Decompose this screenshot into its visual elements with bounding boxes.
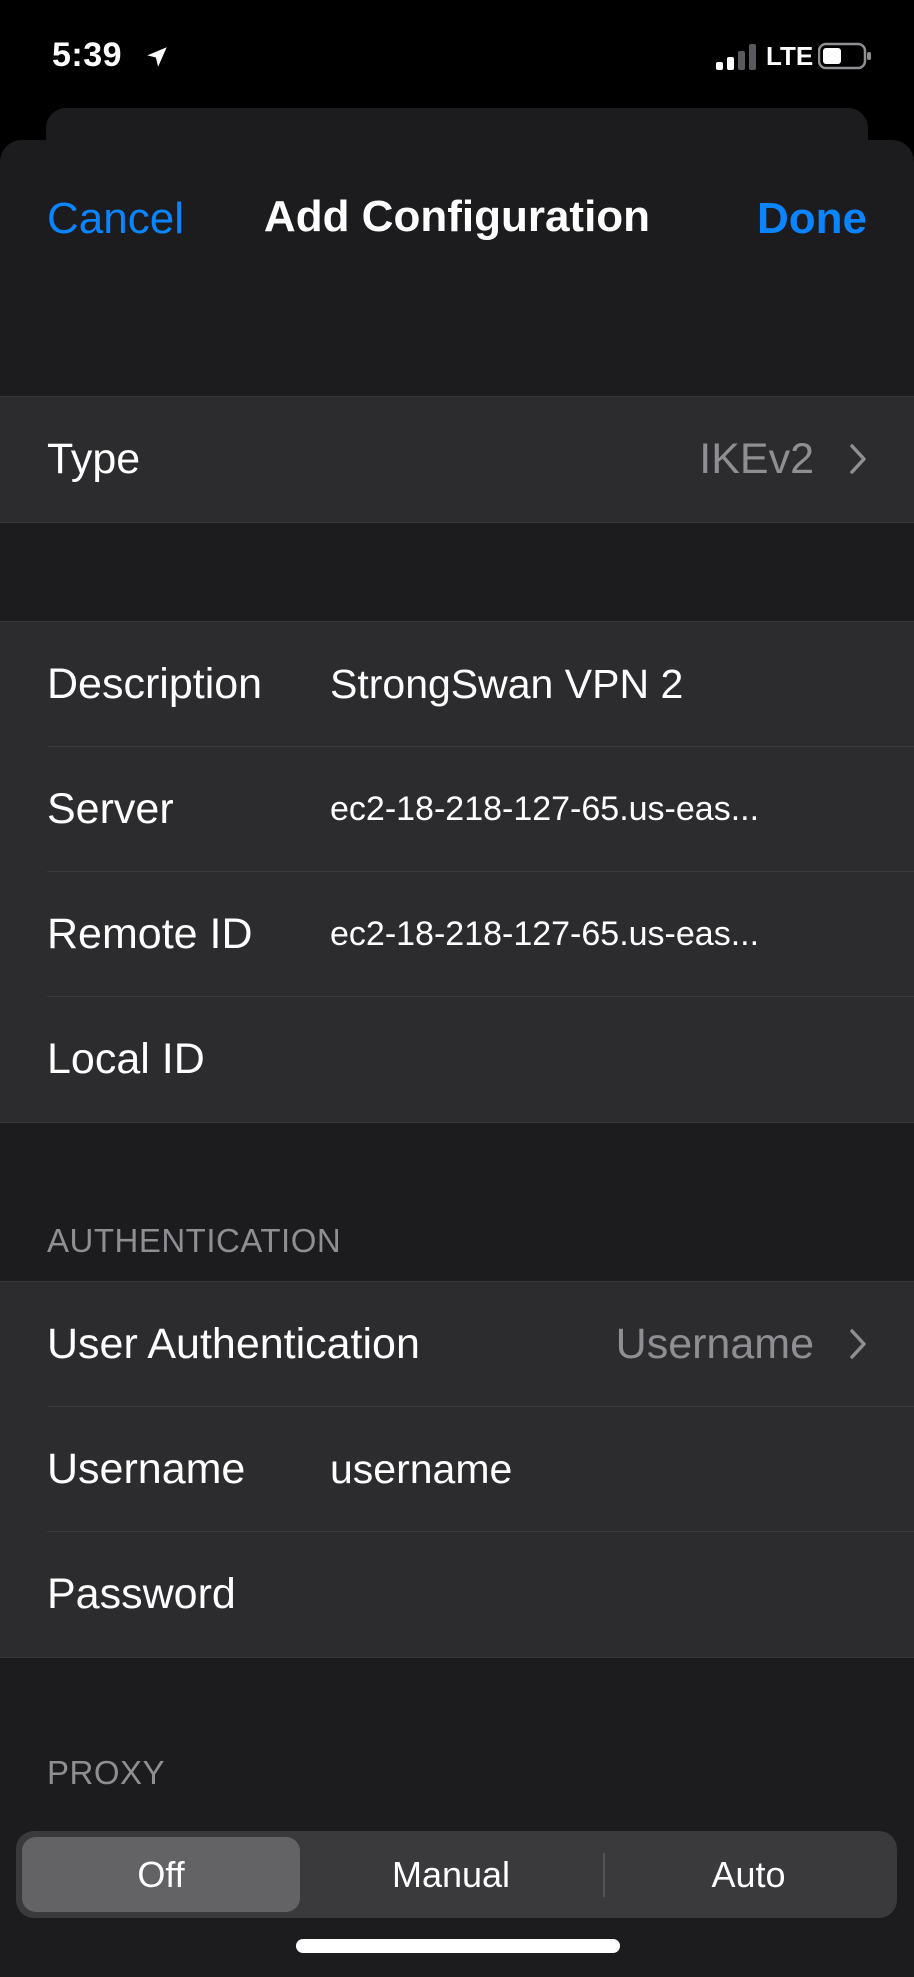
configuration-group: Description StrongSwan VPN 2 Server ec2-… — [0, 621, 914, 1123]
proxy-option-manual[interactable]: Manual — [306, 1831, 596, 1918]
user-authentication-row[interactable]: User Authentication Username — [0, 1282, 914, 1407]
local-id-row: Local ID — [0, 997, 914, 1122]
proxy-option-auto[interactable]: Auto — [606, 1831, 891, 1918]
home-indicator[interactable] — [296, 1939, 620, 1953]
password-label: Password — [47, 1570, 236, 1618]
remote-id-label: Remote ID — [47, 910, 253, 958]
authentication-group: User Authentication Username Username us… — [0, 1281, 914, 1658]
user-authentication-label: User Authentication — [47, 1320, 420, 1368]
username-field[interactable]: username — [330, 1407, 867, 1532]
description-field[interactable]: StrongSwan VPN 2 — [330, 622, 867, 747]
cellular-signal-icon — [716, 44, 758, 70]
done-button[interactable]: Done — [757, 194, 867, 244]
local-id-label: Local ID — [47, 1035, 205, 1083]
segment-divider — [603, 1853, 605, 1897]
server-row: Server ec2-18-218-127-65.us-eas... — [0, 747, 914, 872]
chevron-right-icon — [850, 444, 866, 474]
location-arrow-icon — [147, 47, 167, 67]
status-time: 5:39 — [52, 36, 123, 74]
type-row[interactable]: Type IKEv2 — [0, 397, 914, 522]
proxy-segmented-control: Off Manual Auto — [16, 1831, 897, 1918]
proxy-option-off[interactable]: Off — [22, 1837, 300, 1912]
server-field[interactable]: ec2-18-218-127-65.us-eas... — [330, 747, 867, 872]
network-type-label: LTE — [766, 41, 814, 71]
type-value: IKEv2 — [699, 435, 814, 483]
type-group: Type IKEv2 — [0, 396, 914, 523]
username-label: Username — [47, 1445, 246, 1493]
authentication-section-header: AUTHENTICATION — [47, 1222, 342, 1259]
battery-icon — [818, 42, 871, 70]
description-label: Description — [47, 660, 263, 708]
description-row: Description StrongSwan VPN 2 — [0, 622, 914, 747]
user-authentication-value: Username — [615, 1320, 814, 1368]
password-row: Password — [0, 1532, 914, 1657]
status-bar: 5:39 LTE — [0, 0, 914, 110]
navigation-bar: Cancel Add Configuration Done — [0, 140, 914, 290]
proxy-section-header: PROXY — [47, 1754, 166, 1791]
remote-id-field[interactable]: ec2-18-218-127-65.us-eas... — [330, 872, 867, 997]
type-label: Type — [47, 435, 141, 483]
username-row: Username username — [0, 1407, 914, 1532]
add-configuration-sheet: Cancel Add Configuration Done Type IKEv2… — [0, 140, 914, 1977]
chevron-right-icon — [850, 1329, 866, 1359]
remote-id-row: Remote ID ec2-18-218-127-65.us-eas... — [0, 872, 914, 997]
server-label: Server — [47, 785, 174, 833]
